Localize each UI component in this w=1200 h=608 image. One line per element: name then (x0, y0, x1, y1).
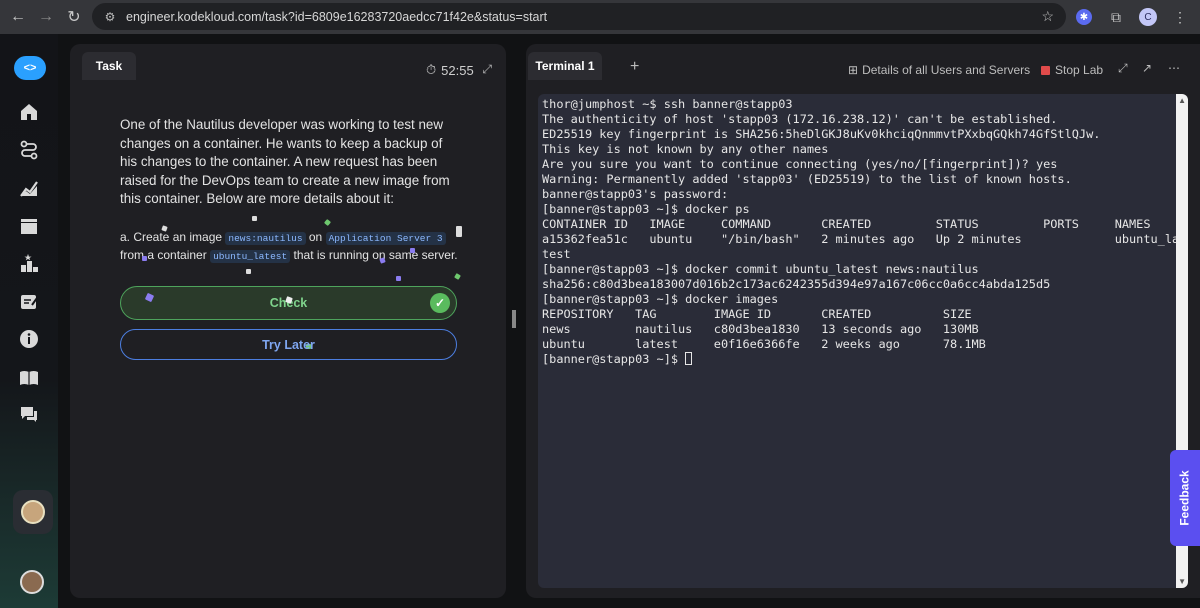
tab-terminal-1[interactable]: Terminal 1 (528, 52, 602, 80)
expand-icon[interactable]: ⤢ (482, 62, 492, 77)
detail-container-prefix: a container (147, 248, 207, 262)
confetti-piece (410, 248, 415, 253)
terminal-line: ED25519 key fingerprint is SHA256:5heDlG… (542, 127, 1101, 141)
feedback-button[interactable]: Feedback (1170, 450, 1200, 546)
add-terminal-icon[interactable]: + (630, 58, 639, 76)
terminal-panel: Terminal 1 + ⊞ Details of all Users and … (526, 44, 1200, 598)
confetti-piece (142, 256, 147, 261)
profile-button[interactable]: C (1136, 5, 1160, 29)
server-grid-icon: ⊞ (848, 63, 859, 77)
terminal-output: thor@jumphost ~$ ssh banner@stapp03 The a… (542, 97, 1179, 367)
notes-edit-icon[interactable] (17, 290, 41, 314)
home-icon[interactable] (17, 100, 41, 124)
terminal-line: Warning: Permanently added 'stapp03' (ED… (542, 172, 1072, 186)
detail-prefix: a. Create an image (120, 230, 223, 244)
forward-arrow-icon[interactable]: → (32, 3, 60, 31)
info-icon[interactable] (17, 327, 41, 351)
sidebar-rail: <> (0, 34, 58, 608)
try-later-button[interactable]: Try Later (120, 329, 457, 360)
confetti-piece (396, 276, 401, 281)
terminal-line: a15362fea51c ubuntu "/bin/bash" 2 minute… (542, 232, 1180, 246)
task-panel: Task ⏱ 52:55 ⤢ One of the Nautilus devel… (70, 44, 506, 598)
terminal-line: [banner@stapp03 ~]$ docker ps (542, 202, 750, 216)
address-bar[interactable]: ⚙ engineer.kodekloud.com/task?id=6809e16… (92, 3, 1066, 30)
container-chip: ubuntu_latest (210, 250, 291, 263)
url-text: engineer.kodekloud.com/task?id=6809e1628… (126, 9, 548, 24)
confetti-piece (246, 269, 251, 274)
terminal-line: ubuntu latest e0f16e6366fe 2 weeks ago 7… (542, 337, 986, 351)
chat-forum-icon[interactable] (17, 402, 41, 426)
puzzle-extensions-icon[interactable]: ⧉ (1104, 5, 1128, 29)
terminal-line: The authenticity of host 'stapp03 (172.1… (542, 112, 1058, 126)
task-detail: a. Create an image news:nautilus on Appl… (120, 229, 460, 265)
terminal-line: [banner@stapp03 ~]$ docker commit ubuntu… (542, 262, 979, 276)
timer: ⏱ 52:55 (426, 62, 474, 78)
details-users-servers-link[interactable]: ⊞ Details of all Users and Servers (848, 63, 1030, 77)
task-description: One of the Nautilus developer was workin… (120, 117, 450, 207)
app-body: <> Task ⏱ 52:55 ⤢ One of the Nautilus de… (0, 34, 1200, 608)
checkmark-icon: ✓ (430, 293, 450, 313)
terminal-line: news nautilus c80d3bea1830 13 seconds ag… (542, 322, 979, 336)
progress-chart-icon[interactable] (17, 176, 41, 200)
panel-resize-handle[interactable] (512, 310, 516, 328)
avatar (21, 500, 45, 524)
terminal-line: [banner@stapp03 ~]$ docker images (542, 292, 779, 306)
learning-path-icon[interactable] (17, 138, 41, 162)
reload-icon[interactable]: ↻ (60, 3, 88, 31)
profile-avatar[interactable] (20, 570, 44, 594)
terminal-line: This key is not known by any other names (542, 142, 829, 156)
feedback-label: Feedback (1178, 470, 1193, 526)
menu-kebab-icon[interactable]: ⋮ (1168, 5, 1192, 29)
image-name-chip: news:nautilus (225, 232, 306, 245)
video-clapper-icon[interactable] (17, 214, 41, 238)
terminal-screen[interactable]: thor@jumphost ~$ ssh banner@stapp03 The a… (538, 94, 1188, 588)
terminal-line: banner@stapp03's password: (542, 187, 729, 201)
terminal-line: CONTAINER ID IMAGE COMMAND CREATED STATU… (542, 217, 1151, 231)
confetti-piece (456, 226, 462, 237)
confetti-piece (323, 218, 332, 227)
book-icon[interactable] (17, 366, 41, 390)
detail-on: on (308, 230, 323, 244)
stop-lab-button[interactable]: Stop Lab (1041, 63, 1103, 77)
ranking-podium-icon[interactable] (17, 252, 41, 276)
confetti-piece (252, 216, 257, 221)
bookmark-star-icon[interactable]: ☆ (1041, 8, 1054, 25)
scroll-down-icon[interactable]: ▼ (1178, 577, 1186, 586)
terminal-line: thor@jumphost ~$ ssh banner@stapp03 (542, 97, 793, 111)
server-chip: Application Server 3 (325, 232, 446, 245)
user-avatar-card[interactable] (13, 490, 53, 534)
terminal-line: [banner@stapp03 ~]$ (542, 352, 1179, 367)
confetti-piece (454, 273, 461, 280)
terminal-cursor (685, 352, 693, 365)
stopwatch-icon: ⏱ (426, 62, 437, 77)
timer-value: 52:55 (441, 62, 474, 78)
stop-lab-label: Stop Lab (1055, 63, 1104, 77)
terminal-line: Are you sure you want to continue connec… (542, 157, 1058, 171)
back-arrow-icon[interactable]: ← (4, 3, 32, 31)
terminal-line: REPOSITORY TAG IMAGE ID CREATED SIZE (542, 307, 972, 321)
terminal-line: sha256:c80d3bea183007d016b2c173ac6242355… (542, 277, 1051, 291)
browser-toolbar: ← → ↻ ⚙ engineer.kodekloud.com/task?id=6… (0, 0, 1200, 34)
tab-task[interactable]: Task (82, 52, 136, 80)
scroll-up-icon[interactable]: ▲ (1178, 96, 1186, 105)
more-options-icon[interactable]: ⋯ (1168, 61, 1180, 75)
kodekloud-logo[interactable]: <> (14, 56, 46, 80)
expand-icon[interactable]: ⤢ (1118, 61, 1128, 76)
extension-icon[interactable]: ✱ (1072, 5, 1096, 29)
details-link-label: Details of all Users and Servers (862, 63, 1031, 77)
detail-suffix: that is running on same server. (293, 248, 458, 262)
open-external-icon[interactable]: ↗ (1142, 61, 1152, 75)
stop-icon (1041, 65, 1050, 75)
terminal-line: test (542, 247, 571, 261)
site-settings-icon[interactable]: ⚙ (98, 10, 122, 24)
detail-from: from (120, 248, 144, 262)
